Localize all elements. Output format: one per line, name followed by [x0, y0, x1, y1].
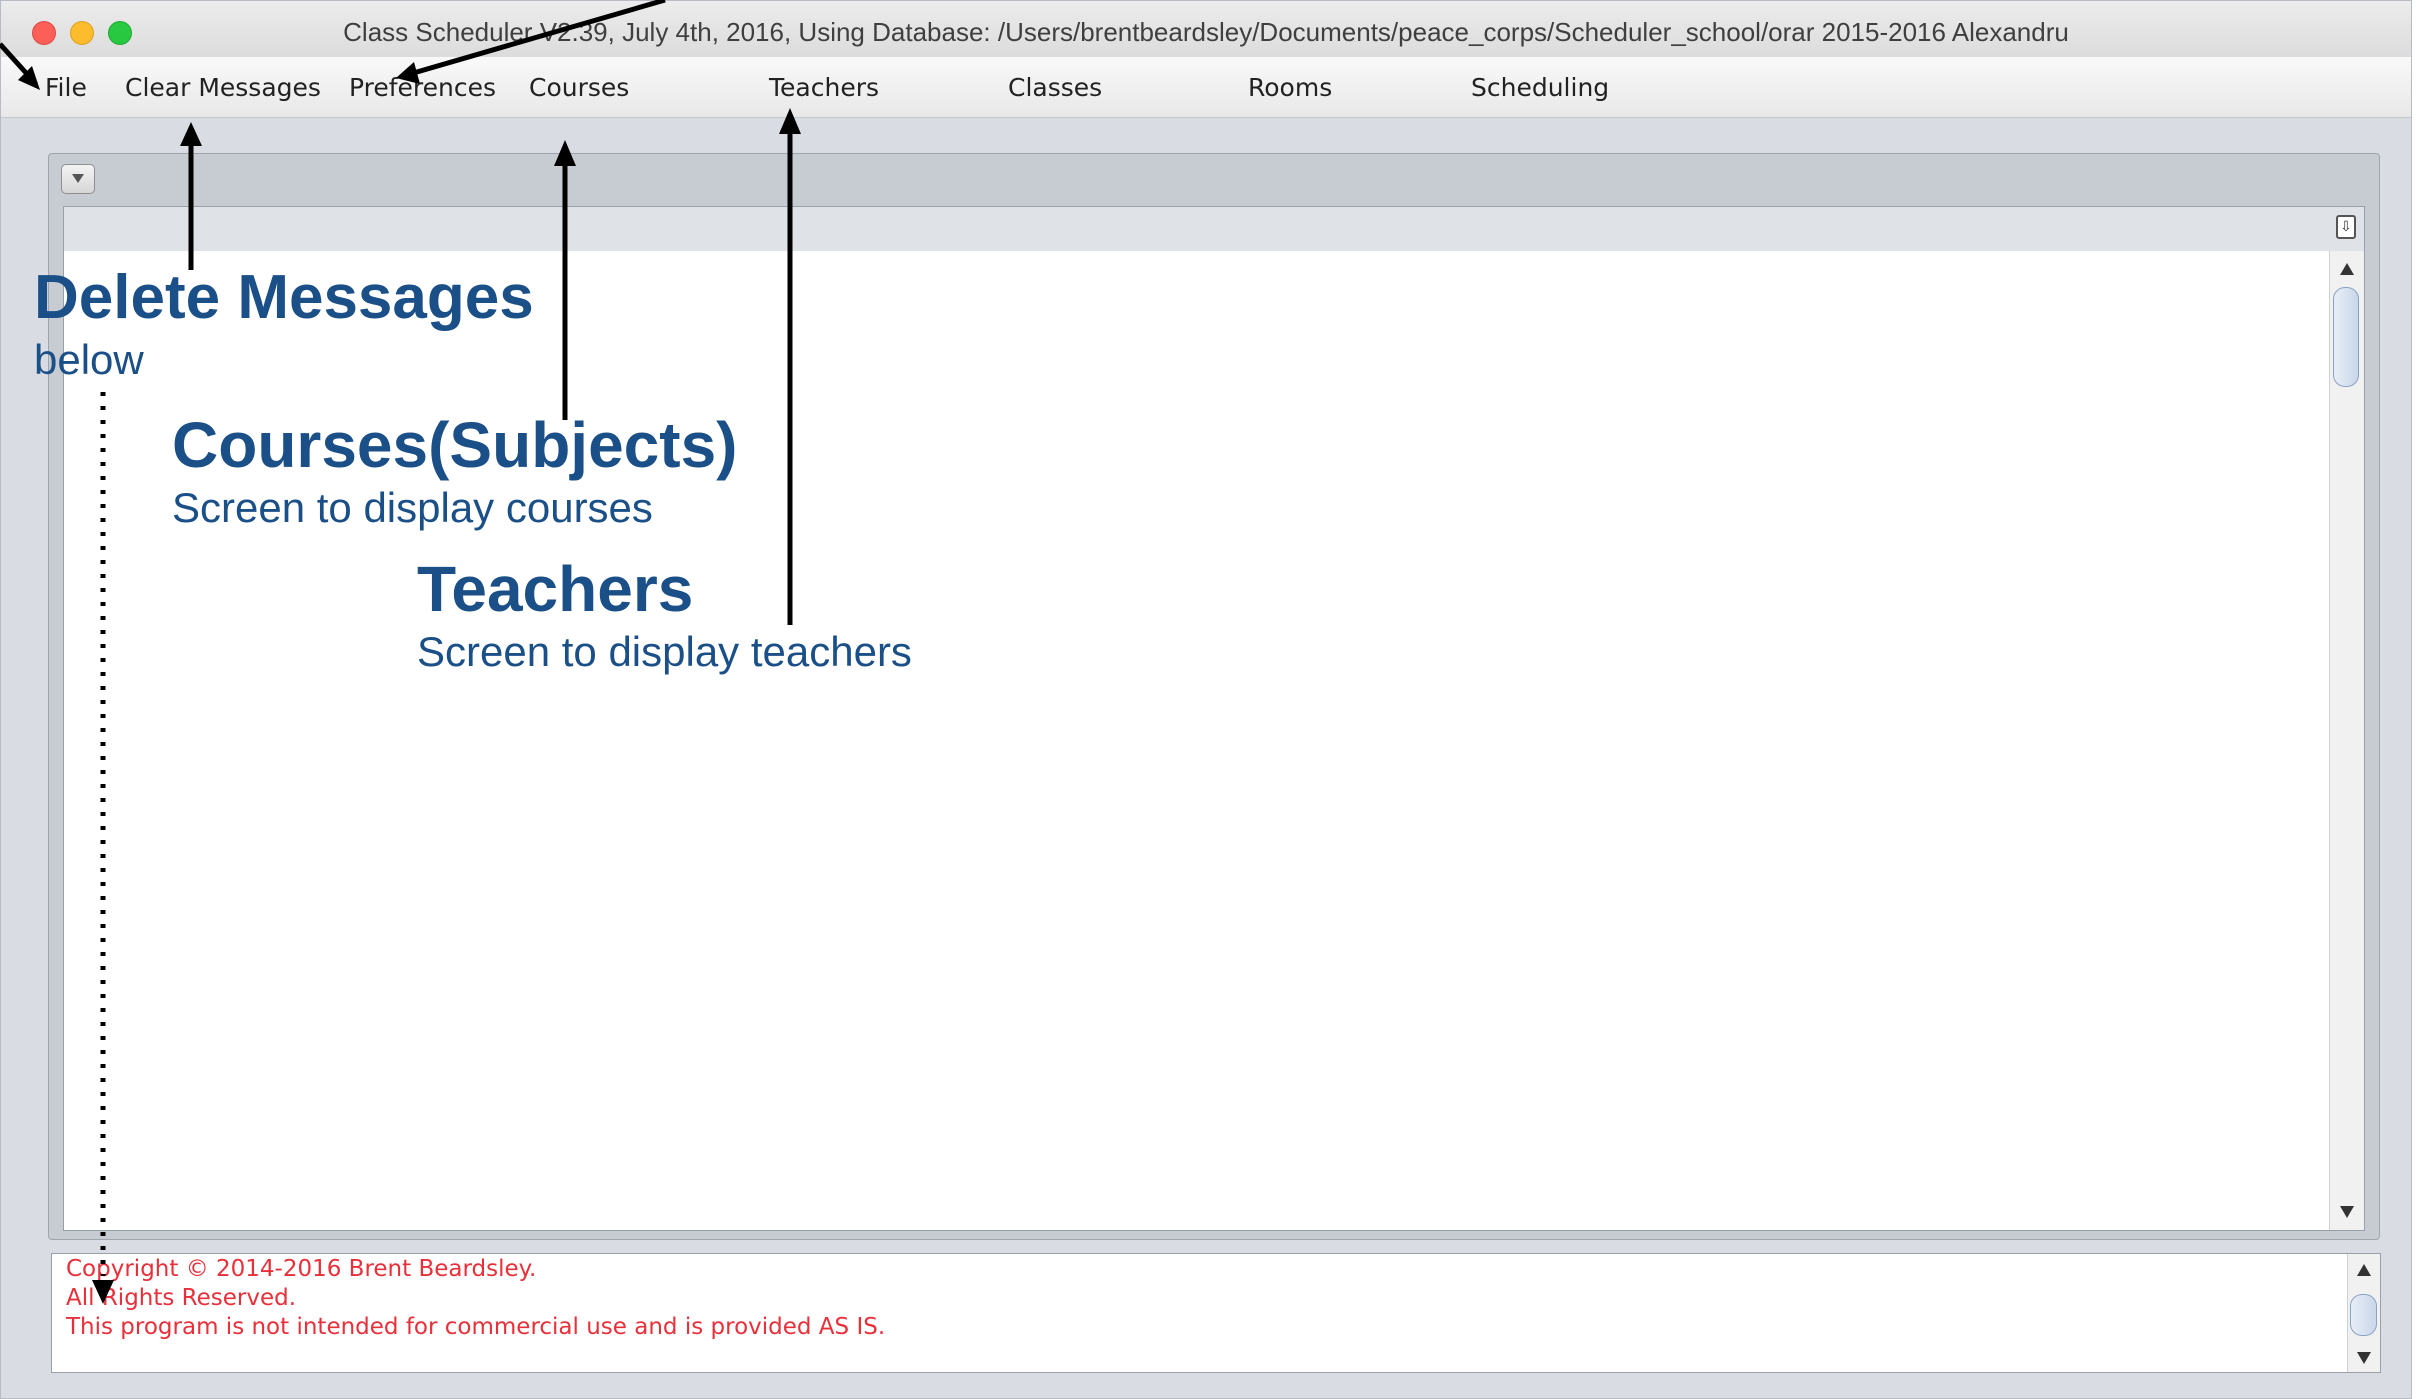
menu-clear-messages[interactable]: Clear Messages	[125, 73, 321, 102]
message-pane: Copyright © 2014-2016 Brent Beardsley. A…	[51, 1253, 2381, 1373]
app-window: Class Scheduler V2.39, July 4th, 2016, U…	[0, 0, 2412, 1399]
annotation-delete-messages-desc: below	[34, 336, 144, 383]
annotation-teachers-title: Teachers	[417, 553, 694, 625]
annotation-teachers-desc: Screen to display teachers	[417, 628, 912, 675]
panel-toggle-icon[interactable]: ⇩	[2336, 215, 2356, 239]
scroll-thumb[interactable]	[2333, 287, 2359, 387]
annotation-delete-messages-title: Delete Messages	[34, 263, 534, 332]
message-scrollbar[interactable]	[2347, 1254, 2380, 1372]
chevron-down-icon	[72, 174, 84, 183]
menu-classes[interactable]: Classes	[1008, 73, 1102, 102]
scroll-down-icon[interactable]	[2340, 1206, 2354, 1218]
annotation-courses-desc: Screen to display courses	[172, 484, 653, 531]
menu-file[interactable]: File	[45, 73, 87, 102]
content-area: ⇩	[63, 206, 2365, 1231]
annotation-courses-title: Courses(Subjects)	[172, 409, 738, 481]
menu-teachers[interactable]: Teachers	[769, 73, 879, 102]
scroll-up-icon[interactable]	[2357, 1264, 2371, 1276]
message-line: Copyright © 2014-2016 Brent Beardsley.	[66, 1256, 537, 1282]
menu-rooms[interactable]: Rooms	[1248, 73, 1332, 102]
menu-preferences[interactable]: Preferences	[349, 73, 496, 102]
scroll-down-icon[interactable]	[2357, 1352, 2371, 1364]
message-line: This program is not intended for commerc…	[66, 1314, 886, 1340]
menu-scheduling[interactable]: Scheduling	[1471, 73, 1609, 102]
window-title: Class Scheduler V2.39, July 4th, 2016, U…	[343, 17, 2069, 47]
title-bar: Class Scheduler V2.39, July 4th, 2016, U…	[1, 1, 2411, 58]
scroll-up-icon[interactable]	[2340, 263, 2354, 275]
content-scrollbar[interactable]	[2329, 251, 2364, 1230]
menu-courses[interactable]: Courses	[529, 73, 629, 102]
collapse-button[interactable]	[61, 164, 95, 194]
message-line: All Rights Reserved.	[66, 1285, 297, 1311]
content-header: ⇩	[64, 207, 2364, 251]
scroll-thumb[interactable]	[2350, 1294, 2377, 1336]
menu-bar: File Clear Messages Preferences Courses …	[1, 57, 2411, 118]
